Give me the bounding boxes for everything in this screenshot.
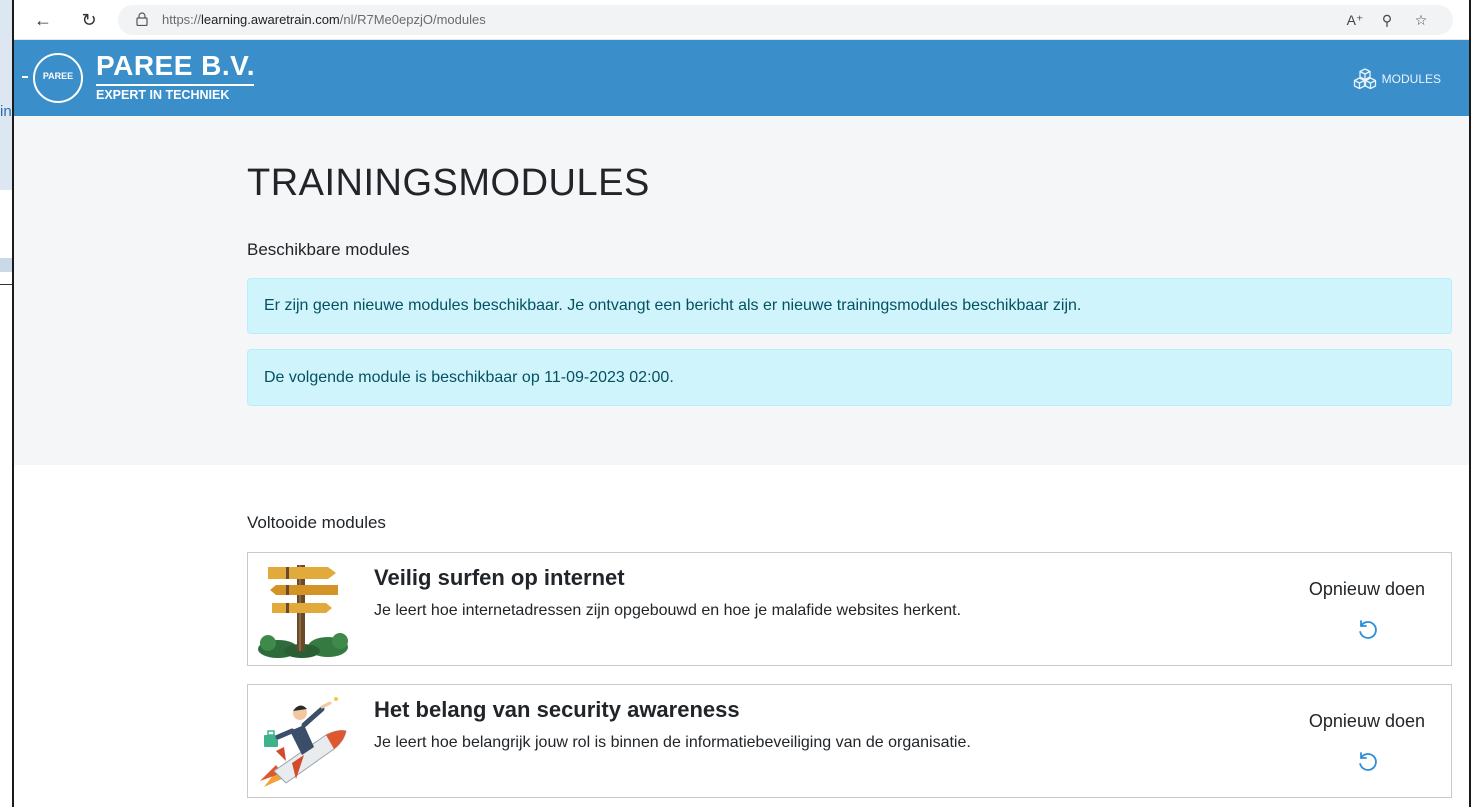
nav-modules-link[interactable]: MODULES [1352, 66, 1441, 92]
module-card: Het belang van security awareness Je lee… [247, 684, 1452, 798]
cubes-icon [1353, 68, 1376, 90]
info-alert: Er zijn geen nieuwe modules beschikbaar.… [247, 278, 1452, 334]
address-bar[interactable]: https://learning.awaretrain.com/nl/R7Me0… [118, 5, 1453, 35]
background-window-panel [0, 0, 12, 190]
favorites-icon[interactable]: ☆ [1411, 10, 1431, 30]
zoom-icon[interactable]: ⚲ [1377, 10, 1397, 30]
completed-modules-label: Voltooide modules [247, 513, 386, 532]
module-title[interactable]: Veilig surfen op internet [374, 565, 625, 591]
module-title[interactable]: Het belang van security awareness [374, 697, 740, 723]
url-path: /nl/R7Me0epzjO/modules [339, 12, 486, 27]
background-window-text: in [0, 103, 12, 120]
lock-icon[interactable] [136, 12, 148, 26]
background-window-bar [0, 258, 12, 272]
url-prefix: https:// [162, 12, 202, 27]
brand-tagline: EXPERT IN TECHNIEK [96, 88, 230, 102]
browser-window: ← ↻ https://learning.awaretrain.com/nl/R… [14, 0, 1471, 807]
background-window: in [0, 0, 12, 807]
background-window-divider [0, 284, 12, 285]
module-description: Je leert hoe internetadressen zijn opgeb… [374, 602, 962, 619]
redo-icon[interactable] [1355, 617, 1381, 643]
next-module-alert: De volgende module is beschikbaar op 11-… [247, 349, 1452, 406]
logo-emblem-text: PAREE [42, 71, 74, 81]
info-alert-text: Er zijn geen nieuwe modules beschikbaar.… [264, 297, 1082, 314]
redo-icon[interactable] [1355, 749, 1381, 775]
nav-modules-label: MODULES [1381, 72, 1441, 86]
browser-toolbar: ← ↻ https://learning.awaretrain.com/nl/R… [14, 0, 1471, 40]
brand-name[interactable]: PAREE B.V. [96, 50, 255, 82]
window-border-right [1469, 0, 1471, 807]
read-aloud-icon[interactable]: A⁺ [1345, 10, 1365, 30]
reload-icon[interactable]: ↻ [76, 8, 102, 32]
logo-dash [22, 76, 28, 78]
redo-label: Opnieuw doen [1308, 711, 1425, 731]
url-text[interactable]: https://learning.awaretrain.com/nl/R7Me0… [162, 12, 486, 27]
page-title: TRAININGSMODULES [247, 162, 650, 204]
redo-label: Opnieuw doen [1308, 579, 1425, 599]
url-host: learning.awaretrain.com [201, 12, 340, 27]
back-arrow-icon[interactable]: ← [30, 8, 56, 32]
signpost-illustration [258, 565, 348, 658]
businessman-rocket-illustration [260, 697, 347, 787]
site-header: PAREE PAREE B.V. EXPERT IN TECHNIEK MODU… [14, 40, 1471, 116]
available-modules-section: TRAININGSMODULES Beschikbare modules Er … [14, 116, 1471, 465]
logo-emblem[interactable]: PAREE [33, 53, 83, 103]
brand-underline [96, 84, 254, 86]
module-description: Je leert hoe belangrijk jouw rol is binn… [374, 734, 971, 751]
next-module-alert-text: De volgende module is beschikbaar op 11-… [264, 368, 674, 386]
available-modules-label: Beschikbare modules [247, 240, 410, 259]
module-card: Veilig surfen op internet Je leert hoe i… [247, 552, 1452, 666]
